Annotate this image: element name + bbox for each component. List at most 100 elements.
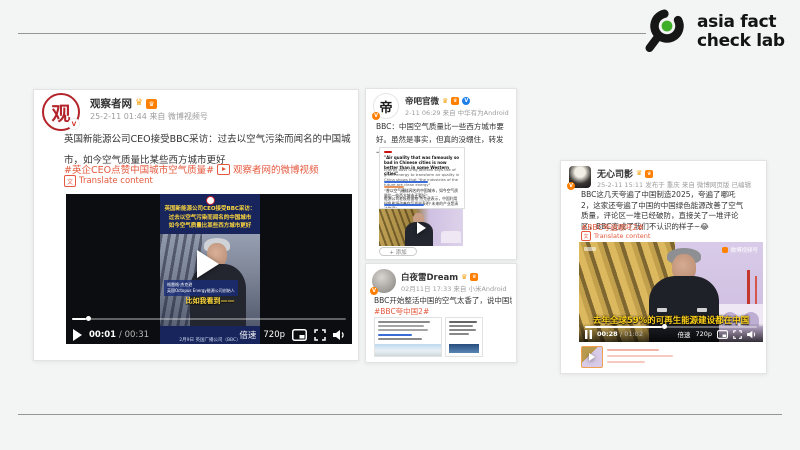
- overlay-tag: [584, 247, 596, 251]
- text-line-bar: [449, 325, 473, 327]
- avatar[interactable]: 观 V: [42, 93, 80, 131]
- progress-knob[interactable]: [86, 316, 91, 321]
- logo-line2: check lab: [697, 32, 785, 51]
- text-line-bar: [378, 329, 428, 331]
- verified-v-badge: V: [68, 118, 80, 130]
- weibo-post-diba: 帝 V 帝吧官微 ♛ ♛ V 2-11 06:29 来自 中华有为Android…: [365, 88, 517, 260]
- logo-line1: asia fact: [697, 13, 785, 32]
- hashtag-link[interactable]: #BBC夸中国2#: [374, 306, 429, 317]
- related-video-item[interactable]: [581, 346, 741, 368]
- video-footage: 格雷格·杰克逊 英国Octopus Energy能源公司创始人 比如我看到——: [160, 234, 260, 326]
- translate-button[interactable]: Translate content: [594, 232, 650, 240]
- orange-v-badge: V: [372, 112, 380, 120]
- asia-fact-check-lab-logo: asia fact check lab: [642, 6, 785, 58]
- overlay-word: [657, 308, 667, 312]
- magnifier-icon: [642, 6, 692, 58]
- quality-button[interactable]: 720p: [263, 330, 285, 340]
- video-controls: 00:28 / 01:02 倍速 720p: [585, 329, 757, 339]
- pip-icon[interactable]: [292, 329, 307, 341]
- embedded-screenshot-left[interactable]: [374, 317, 442, 357]
- vip-badge-icon: ♛: [470, 273, 478, 281]
- volume-icon[interactable]: [333, 329, 346, 341]
- text-line-bar: [449, 333, 469, 335]
- username[interactable]: 帝吧官微: [405, 95, 439, 107]
- crown-icon: ♛: [636, 170, 642, 177]
- speed-button[interactable]: 倍速: [239, 329, 256, 341]
- video-thumbnail[interactable]: [379, 209, 463, 246]
- quality-button[interactable]: 720p: [695, 330, 712, 338]
- video-title-line3: 如今空气质量比某些西方城市更好: [160, 222, 260, 231]
- fullscreen-icon[interactable]: [733, 330, 742, 339]
- translate-button[interactable]: Translate content: [79, 176, 153, 186]
- post-meta: 25-2-11 15:11 发布于 重庆 来自 微博网页版 已编辑: [597, 179, 751, 189]
- logo-green-dot: [662, 21, 673, 32]
- text-line-bar: [378, 321, 430, 323]
- volume-icon[interactable]: [747, 330, 757, 339]
- orange-v-badge: V: [567, 182, 575, 190]
- post-meta: 02月11日 17:33 来自 小米Android: [401, 283, 507, 293]
- overlay-word: [697, 308, 707, 312]
- time-total: / 00:31: [119, 330, 149, 340]
- afcl-collage-page: asia fact check lab 观 V 观察者网 ♛ ♛ 25-2-11…: [0, 0, 800, 450]
- time-current: 00:28: [597, 330, 618, 338]
- fullscreen-icon[interactable]: [314, 329, 326, 341]
- related-text-bar: [607, 355, 673, 357]
- speed-button[interactable]: 倍速: [677, 329, 690, 339]
- article-zh-body: 能源公司老板格雷格·杰克逊表示，中国利用绿色能源改善空气质量表明“未来的产业是清…: [384, 197, 460, 209]
- weibo-video-watermark: 微博视频号: [722, 246, 758, 254]
- time-current: 00:01: [89, 330, 116, 340]
- related-thumbnail: [581, 346, 603, 368]
- blue-verified-icon: V: [462, 97, 470, 105]
- video-controls: 00:01 / 00:31 倍速 720p: [72, 329, 346, 341]
- video-progress-bar[interactable]: [72, 318, 346, 320]
- video-title-line1: 英国新能源公司CEO接受BBC采访：: [160, 205, 260, 214]
- vip-badge-icon: ♛: [146, 99, 157, 109]
- related-text-bar: [607, 361, 645, 363]
- weibo-post-baiye: V 白夜雷Dream ♛ ♛ 02月11日 17:33 来自 小米Android…: [365, 263, 517, 363]
- translate-icon: 文: [64, 175, 76, 187]
- play-button[interactable]: [72, 329, 82, 341]
- pip-icon[interactable]: [717, 330, 728, 339]
- progress-played: [585, 326, 662, 328]
- avatar[interactable]: 帝 V: [373, 93, 399, 119]
- avatar[interactable]: V: [569, 166, 591, 188]
- video-link[interactable]: 观察者网的微博视频: [233, 162, 319, 176]
- article-body: Energy boss Greg Jackson says use of gre…: [384, 168, 460, 188]
- video-subtitle: 比如我看到——: [160, 296, 260, 306]
- video-title-line2: 过去以空气污染而闻名的中国城市: [160, 214, 260, 223]
- video-player[interactable]: 微博视频号 去年全球59%的可再生能源建设都在中国 00:28 / 01:02 …: [579, 242, 763, 342]
- post-meta: 2-11 06:29 来自 中华有为Android: [405, 107, 509, 117]
- username[interactable]: 观察者网: [90, 96, 132, 111]
- link-line-bar: [378, 334, 412, 336]
- embedded-screenshot-right[interactable]: [445, 317, 483, 357]
- related-play-icon: [589, 353, 595, 361]
- channel-logo-dot: [206, 196, 215, 205]
- video-progress-bar[interactable]: [585, 326, 757, 328]
- pause-button[interactable]: [585, 330, 592, 339]
- thumb-play-icon: [417, 222, 426, 234]
- username[interactable]: 白夜雷Dream: [401, 271, 458, 283]
- post-text: BBC开始整活中国的空气太香了，说中国城市的空气质量比西方城市好，: [374, 295, 512, 306]
- video-link-icon: [217, 164, 230, 175]
- hashtag-link[interactable]: #英企CEO点赞中国城市空气质量#: [64, 162, 214, 176]
- speaker-title-caption: 英国Octopus Energy能源公司创始人: [167, 288, 235, 294]
- red-tower: [747, 270, 750, 304]
- screenshot-photo-small: [449, 344, 479, 353]
- thumb-bridge: [441, 231, 461, 243]
- avatar[interactable]: V: [372, 269, 396, 293]
- add-button[interactable]: + 添加: [379, 247, 417, 256]
- post-meta: 25-2-11 01:44 来自 微博视频号: [90, 111, 208, 122]
- avatar-char: 帝: [379, 97, 392, 116]
- text-line-bar: [449, 329, 476, 331]
- vip-badge-icon: ♛: [451, 97, 459, 105]
- video-player[interactable]: 英国新能源公司CEO接受BBC采访： 过去以空气污染而闻名的中国城市 如今空气质…: [66, 194, 352, 344]
- weibo-post-guancha: 观 V 观察者网 ♛ ♛ 25-2-11 01:44 来自 微博视频号 英国新能…: [33, 89, 359, 361]
- text-line-bar: [449, 321, 477, 323]
- related-text-bar: [607, 349, 659, 351]
- weibo-video-logo-icon: [722, 247, 728, 253]
- play-overlay-button[interactable]: [197, 250, 219, 278]
- crown-icon: ♛: [461, 274, 467, 281]
- translate-icon: 文: [581, 231, 591, 241]
- embedded-screenshot[interactable]: "Air quality that was famously so bad in…: [379, 147, 465, 209]
- watermark-text: 微博视频号: [730, 246, 758, 254]
